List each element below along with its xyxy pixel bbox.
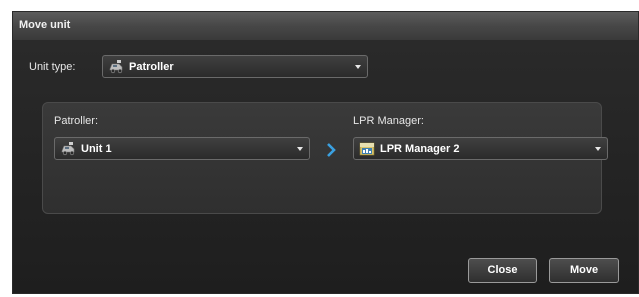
- move-panel: Patroller: Unit 1 LPR Manager: LPR Manag…: [42, 102, 608, 214]
- patroller-vehicle-icon: [109, 60, 123, 74]
- dialog-titlebar[interactable]: Move unit: [13, 12, 638, 41]
- move-unit-dialog: Move unit Unit type: Patroller Patroller…: [12, 11, 639, 294]
- close-button[interactable]: Close: [468, 258, 537, 283]
- unit-type-dropdown[interactable]: Patroller: [102, 55, 368, 78]
- patroller-dropdown[interactable]: Unit 1: [54, 137, 310, 160]
- chevron-down-icon: [297, 147, 303, 151]
- chevron-down-icon: [355, 65, 361, 69]
- patroller-value: Unit 1: [81, 143, 112, 155]
- patroller-vehicle-icon: [61, 142, 75, 156]
- lpr-manager-label: LPR Manager:: [353, 115, 424, 127]
- lpr-manager-value: LPR Manager 2: [380, 143, 460, 155]
- move-button[interactable]: Move: [549, 258, 619, 283]
- unit-type-value: Patroller: [129, 61, 174, 73]
- dialog-title: Move unit: [19, 19, 71, 31]
- chevron-down-icon: [595, 147, 601, 151]
- unit-type-label: Unit type:: [29, 61, 76, 73]
- patroller-label: Patroller:: [54, 115, 99, 127]
- lpr-manager-icon: [359, 142, 375, 156]
- chevron-right-icon: [327, 143, 336, 157]
- dialog-body: Unit type: Patroller Patroller: Unit 1 L…: [13, 40, 638, 293]
- lpr-manager-dropdown[interactable]: LPR Manager 2: [353, 137, 608, 160]
